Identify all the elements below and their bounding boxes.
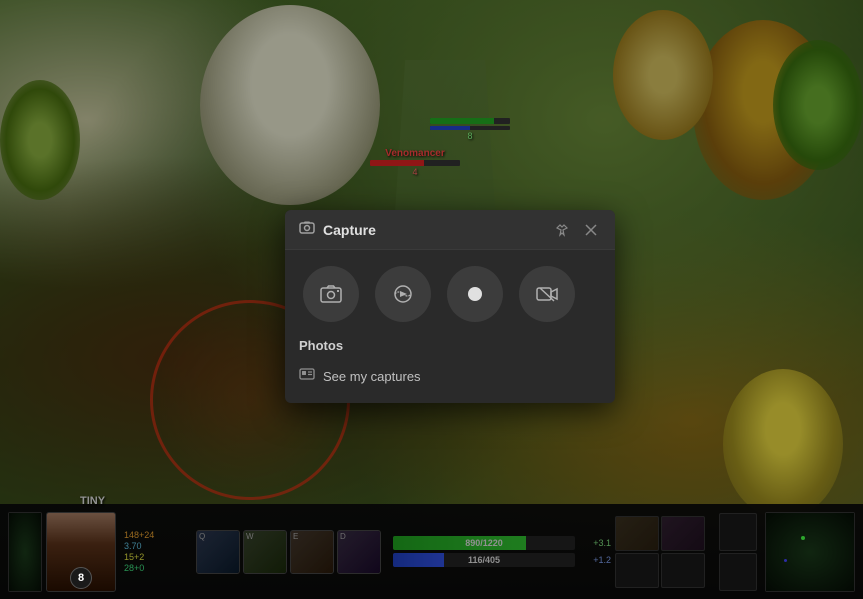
panel-body: Photos See my captures xyxy=(285,250,615,403)
panel-close-button[interactable] xyxy=(581,222,601,238)
facecam-button[interactable] xyxy=(519,266,575,322)
capture-panel: Capture xyxy=(285,210,615,403)
section-label-photos: Photos xyxy=(299,338,601,353)
panel-pin-button[interactable] xyxy=(551,221,573,239)
panel-title: Capture xyxy=(323,222,543,238)
record-button[interactable] xyxy=(447,266,503,322)
hero-portrait: 8 xyxy=(46,512,116,592)
record-dot-indicator xyxy=(468,287,482,301)
screenshot-button[interactable] xyxy=(303,266,359,322)
hero-level-badge: 8 xyxy=(70,567,92,589)
see-captures-button[interactable]: See my captures xyxy=(299,363,421,389)
see-captures-icon xyxy=(299,367,315,385)
capture-panel-icon xyxy=(299,220,315,239)
see-captures-label: See my captures xyxy=(323,369,421,384)
capture-buttons-row xyxy=(299,266,601,322)
clip-button[interactable] xyxy=(375,266,431,322)
panel-header: Capture xyxy=(285,210,615,250)
